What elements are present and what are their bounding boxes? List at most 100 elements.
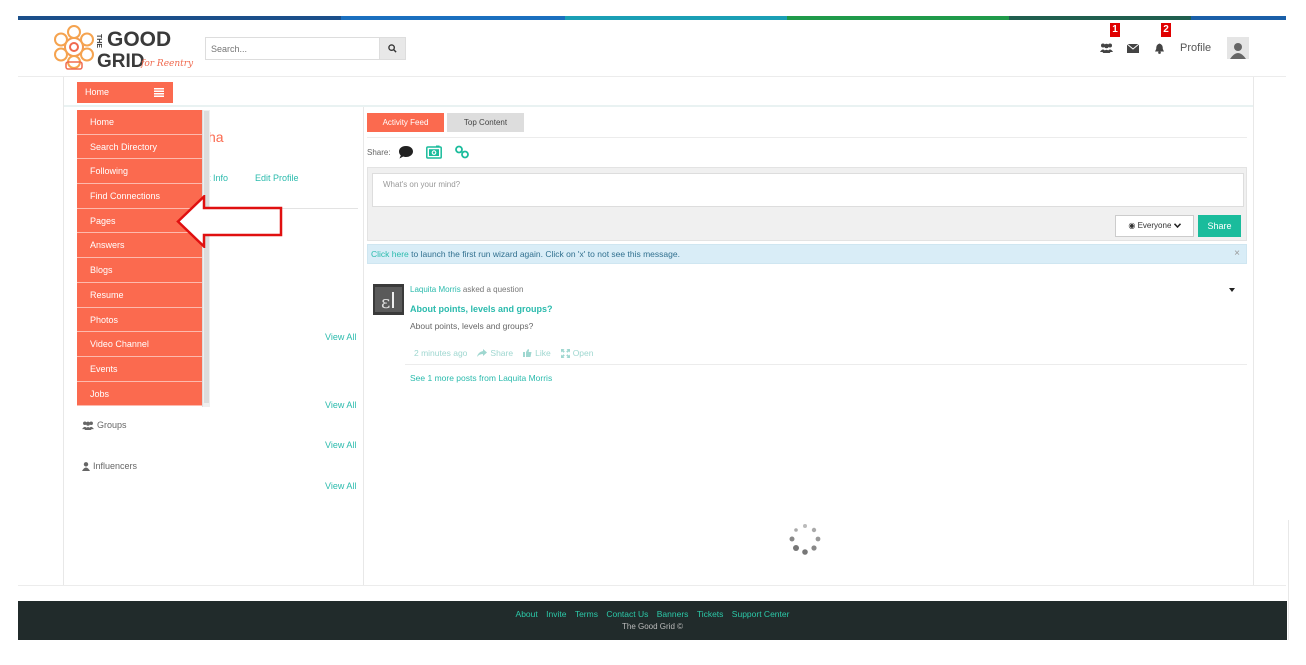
tab-top-content[interactable]: Top Content: [447, 113, 524, 132]
footer-copyright: The Good Grid ©: [621, 622, 684, 631]
search-box: [205, 37, 406, 60]
profile-name-partial: ha: [208, 129, 224, 145]
home-menu-button[interactable]: Home: [77, 82, 173, 103]
profile-link[interactable]: Profile: [1180, 42, 1211, 54]
user-icon: [82, 461, 90, 471]
column-divider: [363, 107, 364, 585]
post-action-text: asked a question: [460, 285, 524, 294]
search-icon: [388, 44, 397, 53]
first-run-link[interactable]: Click here: [371, 249, 409, 259]
thumbs-up-icon: [523, 349, 532, 357]
post-body: About points, levels and groups?: [410, 321, 534, 331]
link-icon[interactable]: [454, 145, 470, 159]
footer-link-tickets[interactable]: Tickets: [697, 609, 724, 619]
footer-link-banners[interactable]: Banners: [657, 609, 689, 619]
post-like-label: Like: [535, 348, 551, 358]
status-textarea[interactable]: What's on your mind?: [372, 173, 1244, 207]
post-meta: Laquita Morris asked a question: [410, 285, 523, 294]
globe-icon: ◉: [1128, 221, 1136, 230]
post-share-action[interactable]: Share: [477, 348, 513, 358]
nav-divider: [63, 105, 1253, 107]
post-share-label: Share: [490, 348, 514, 358]
footer: About Invite Terms Contact Us Banners Ti…: [18, 601, 1287, 640]
header-divider: [18, 76, 1286, 77]
user-avatar-icon: [1230, 43, 1246, 59]
groups-icon: [82, 420, 94, 430]
svg-text:ε: ε: [381, 292, 390, 313]
footer-link-contact-us[interactable]: Contact Us: [606, 609, 648, 619]
edit-profile-link[interactable]: Edit Profile: [255, 173, 299, 183]
mail-icon[interactable]: [1126, 42, 1140, 54]
chevron-down-icon: [1173, 223, 1181, 229]
groups-heading: Groups: [82, 420, 127, 430]
post-title-link[interactable]: About points, levels and groups?: [410, 304, 553, 314]
status-comment-icon[interactable]: [398, 145, 414, 159]
footer-link-support-center[interactable]: Support Center: [732, 609, 790, 619]
footer-link-invite[interactable]: Invite: [546, 609, 566, 619]
bell-icon[interactable]: [1152, 42, 1166, 54]
photo-camera-icon[interactable]: [426, 145, 442, 159]
footer-links: About Invite Terms Contact Us Banners Ti…: [18, 601, 1287, 619]
site-logo[interactable]: THE GOOD GRID for Reentry: [50, 22, 200, 72]
footer-link-about[interactable]: About: [516, 609, 538, 619]
search-button[interactable]: [379, 38, 405, 59]
menu-item-events[interactable]: Events: [77, 356, 202, 382]
post-author-link[interactable]: Laquita Morris: [410, 285, 461, 294]
post-like-action[interactable]: Like: [523, 348, 551, 358]
menu-item-search-directory[interactable]: Search Directory: [77, 134, 202, 160]
audience-label: Everyone: [1137, 221, 1172, 230]
share-arrow-icon: [477, 349, 488, 357]
outer-right-border: [1288, 520, 1289, 640]
influencers-heading: Influencers: [82, 461, 137, 471]
post-options-caret-icon[interactable]: [1229, 288, 1235, 292]
page: THE GOOD GRID for Reentry 1 2 Profile Ho…: [0, 0, 1306, 665]
menu-item-jobs[interactable]: Jobs: [77, 381, 202, 407]
contact-info-link[interactable]: t Info: [208, 173, 228, 183]
influencers-label: Influencers: [93, 461, 138, 471]
logo-good-text: GOOD: [107, 28, 171, 51]
loading-spinner-icon: [789, 524, 821, 555]
footer-link-terms[interactable]: Terms: [575, 609, 598, 619]
tabs-divider: [367, 137, 1247, 138]
expand-icon: [560, 348, 570, 358]
post-time[interactable]: 2 minutes ago: [414, 348, 467, 358]
menu-item-home[interactable]: Home: [77, 110, 202, 135]
audience-select[interactable]: ◉ Everyone: [1115, 215, 1194, 237]
view-all-link-3[interactable]: View All: [325, 440, 356, 450]
top-color-strip: [18, 16, 1286, 20]
left-border: [63, 77, 64, 585]
notifications-badge: 2: [1161, 23, 1171, 37]
tab-activity-feed[interactable]: Activity Feed: [367, 113, 444, 132]
share-button[interactable]: Share: [1198, 215, 1241, 237]
logo-grid-text: GRID: [97, 51, 145, 72]
see-more-posts-link[interactable]: See 1 more posts from Laquita Morris: [410, 373, 552, 383]
home-menu-label: Home: [85, 87, 110, 97]
logo-script-text: for Reentry: [140, 59, 194, 69]
menu-item-following[interactable]: Following: [77, 159, 202, 185]
logo-the-text: THE: [95, 34, 102, 48]
search-input[interactable]: [206, 38, 379, 59]
post-open-label: Open: [572, 348, 594, 358]
dropdown-scrollbar[interactable]: [202, 110, 210, 407]
menu-item-photos[interactable]: Photos: [77, 307, 202, 333]
post-open-action[interactable]: Open: [560, 348, 594, 358]
home-dropdown-menu: Home Search Directory Following Find Con…: [77, 110, 202, 407]
menu-item-resume[interactable]: Resume: [77, 282, 202, 308]
avatar[interactable]: [1227, 37, 1249, 59]
friends-icon[interactable]: [1099, 42, 1113, 54]
menu-item-video-channel[interactable]: Video Channel: [77, 332, 202, 357]
first-run-notice: Click here to launch the first run wizar…: [367, 244, 1247, 264]
hamburger-icon: [154, 88, 164, 97]
annotation-arrow-icon: [176, 195, 283, 248]
close-icon[interactable]: ×: [1234, 245, 1240, 263]
dropdown-scrollbar-thumb[interactable]: [204, 111, 209, 403]
menu-item-blogs[interactable]: Blogs: [77, 258, 202, 283]
post-divider: [405, 364, 1247, 365]
view-all-link-1[interactable]: View All: [325, 332, 356, 342]
post-thumbnail[interactable]: ε: [373, 284, 404, 315]
friends-badge: 1: [1110, 23, 1120, 37]
share-label: Share:: [367, 148, 391, 157]
groups-label: Groups: [97, 420, 127, 430]
view-all-link-4[interactable]: View All: [325, 481, 356, 491]
view-all-link-2[interactable]: View All: [325, 400, 356, 410]
